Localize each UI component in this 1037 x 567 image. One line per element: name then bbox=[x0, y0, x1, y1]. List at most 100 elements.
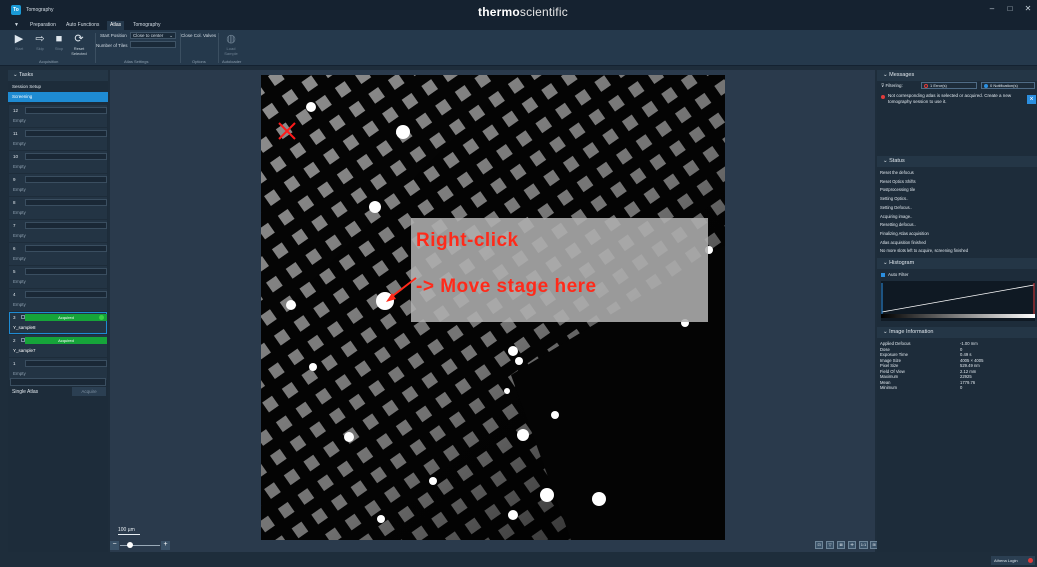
close-button[interactable]: ✕ bbox=[1021, 4, 1035, 13]
ribbon-divider bbox=[95, 33, 96, 63]
slot-progress bbox=[25, 176, 107, 183]
skip-arrow-icon: ⇨ bbox=[35, 33, 45, 45]
number-of-tiles-label: Number of Tiles bbox=[96, 43, 128, 48]
task-session-setup[interactable]: Session Setup bbox=[8, 82, 108, 92]
acquire-button[interactable]: Acquire bbox=[72, 387, 106, 396]
slot-12[interactable]: 12 Empty bbox=[9, 105, 107, 127]
status-item: Setting Optics.. bbox=[880, 196, 909, 202]
messages-header[interactable]: ⌄ Messages bbox=[877, 70, 1037, 81]
globe-icon: ◍ bbox=[226, 33, 236, 45]
callout-arrow-icon bbox=[386, 277, 417, 302]
auto-filter-checkbox[interactable]: Auto Filter bbox=[881, 272, 909, 277]
slot-progress bbox=[25, 268, 107, 275]
status-item: Resetting defocus.. bbox=[880, 222, 916, 228]
slot-6[interactable]: 6 Empty bbox=[9, 243, 107, 265]
status-item: Acquiring image.. bbox=[880, 213, 913, 219]
histogram-area: Auto Filter bbox=[877, 269, 1037, 327]
status-item: Atlas acquisition finished bbox=[880, 239, 926, 245]
slot-3[interactable]: 3 Acquired Y_sample8 bbox=[9, 312, 107, 334]
select-area-icon[interactable]: ⊠ bbox=[837, 541, 845, 549]
slot-9[interactable]: 9 Empty bbox=[9, 174, 107, 196]
title-bar: To Tomography thermoscientific – □ ✕ bbox=[0, 0, 1037, 20]
histogram-plot[interactable] bbox=[881, 281, 1035, 322]
refresh-icon: ⟳ bbox=[74, 33, 84, 45]
task-screening[interactable]: Screening bbox=[8, 92, 108, 102]
crosshair-icon[interactable]: ✛ bbox=[848, 541, 856, 549]
close-icon[interactable]: × bbox=[1027, 95, 1036, 104]
actual-size-button[interactable]: 1:1 bbox=[859, 541, 868, 549]
zoom-slider-thumb[interactable] bbox=[127, 542, 133, 548]
status-header[interactable]: ⌄ Status bbox=[877, 156, 1037, 167]
filter-icon[interactable]: ▽ bbox=[826, 541, 834, 549]
status-item: Reset Optics Shifts bbox=[880, 178, 916, 184]
zoom-slider[interactable] bbox=[120, 545, 160, 546]
group-options: Options bbox=[192, 59, 206, 64]
reset-selected-button[interactable]: ⟳ Reset Selected bbox=[70, 32, 88, 57]
atlas-name-input[interactable] bbox=[10, 378, 106, 386]
error-icon bbox=[924, 84, 928, 88]
tab-atlas[interactable]: Atlas bbox=[107, 21, 125, 30]
info-row: Minimum 0 bbox=[880, 385, 963, 391]
info-icon bbox=[984, 84, 988, 88]
ribbon-tab-bar: ▼ Preparation Auto Functions Atlas Tomog… bbox=[0, 20, 1037, 30]
status-item: Reset the defocus bbox=[880, 170, 914, 175]
start-position-select[interactable]: Close to center ⌄ bbox=[130, 32, 176, 39]
slot-11[interactable]: 11 Empty bbox=[9, 128, 107, 150]
group-acquisition: Acquisition bbox=[39, 59, 59, 64]
scale-bar bbox=[118, 534, 140, 535]
app-logo-icon: To bbox=[11, 5, 21, 15]
zoom-in-button[interactable]: + bbox=[161, 541, 170, 550]
ribbon-toolbar: ▶ Start ⇨ Skip ■ Stop ⟳ Reset Selected S… bbox=[0, 30, 1037, 66]
file-menu-arrow-icon[interactable]: ▼ bbox=[14, 21, 19, 30]
tasks-panel: ⌄ Tasks Session Setup Screening 12 Empty… bbox=[8, 70, 108, 552]
tasks-header[interactable]: ⌄ Tasks bbox=[8, 70, 108, 81]
slot-status-acquired: Acquired bbox=[25, 314, 107, 321]
scale-bar-label: 100 µm bbox=[118, 527, 135, 533]
slot-progress bbox=[25, 153, 107, 160]
slot-7[interactable]: 7 Empty bbox=[9, 220, 107, 242]
slot-1[interactable]: 1 Empty bbox=[9, 358, 107, 380]
tab-tomography[interactable]: Tomography bbox=[130, 21, 164, 30]
stop-button[interactable]: ■ Stop bbox=[50, 32, 68, 57]
tab-auto-functions[interactable]: Auto Functions bbox=[63, 21, 102, 30]
athena-login-button[interactable]: Athena Login bbox=[991, 556, 1035, 565]
slot-5[interactable]: 5 Empty bbox=[9, 266, 107, 288]
instruction-callout: Right-click -> Move stage here bbox=[411, 218, 708, 322]
histogram-header[interactable]: ⌄ Histogram bbox=[877, 258, 1037, 270]
number-of-tiles-input[interactable] bbox=[130, 41, 176, 48]
zoom-out-button[interactable]: − bbox=[110, 541, 119, 550]
chevron-down-icon: ⌄ bbox=[169, 33, 173, 38]
image-information-header[interactable]: ⌄ Image Information bbox=[877, 327, 1037, 339]
notifications-filter-button[interactable]: 0 Notification(s) bbox=[981, 82, 1035, 89]
status-item: Postprocessing tile bbox=[880, 187, 916, 193]
slot-4[interactable]: 4 Empty bbox=[9, 289, 107, 311]
slot-2[interactable]: 2 Acquired Y_sample7 bbox=[9, 335, 107, 357]
single-atlas-label: Single Atlas bbox=[12, 389, 39, 395]
checkbox-checked-icon bbox=[881, 272, 885, 277]
app-title: Tomography bbox=[26, 7, 54, 13]
play-icon: ▶ bbox=[14, 33, 24, 45]
status-green-dot-icon bbox=[99, 315, 104, 320]
slot-progress bbox=[25, 199, 107, 206]
slot-progress bbox=[25, 291, 107, 298]
slot-progress bbox=[25, 222, 107, 229]
slot-status-acquired: Acquired bbox=[25, 337, 107, 344]
slot-progress bbox=[25, 107, 107, 114]
error-icon bbox=[881, 95, 885, 99]
callout-line-2: -> Move stage here bbox=[416, 276, 597, 297]
load-sample-button[interactable]: ◍ Load Sample bbox=[222, 32, 240, 57]
group-autoloader: Autoloader bbox=[222, 59, 242, 64]
group-atlas-settings: Atlas Settings bbox=[124, 59, 149, 64]
skip-button[interactable]: ⇨ Skip bbox=[31, 32, 49, 57]
start-button[interactable]: ▶ Start bbox=[10, 32, 28, 57]
brand-logo: thermoscientific bbox=[478, 5, 568, 19]
tab-preparation[interactable]: Preparation bbox=[27, 21, 59, 30]
slot-10[interactable]: 10 Empty bbox=[9, 151, 107, 173]
errors-filter-button[interactable]: 1 Error(s) bbox=[921, 82, 977, 89]
fit-view-icon[interactable]: ⊡ bbox=[815, 541, 823, 549]
slot-progress bbox=[25, 130, 107, 137]
slot-8[interactable]: 8 Empty bbox=[9, 197, 107, 219]
minimize-button[interactable]: – bbox=[985, 4, 999, 13]
maximize-button[interactable]: □ bbox=[1003, 4, 1017, 13]
close-col-valves-label: Close Col. Valves bbox=[181, 33, 217, 38]
